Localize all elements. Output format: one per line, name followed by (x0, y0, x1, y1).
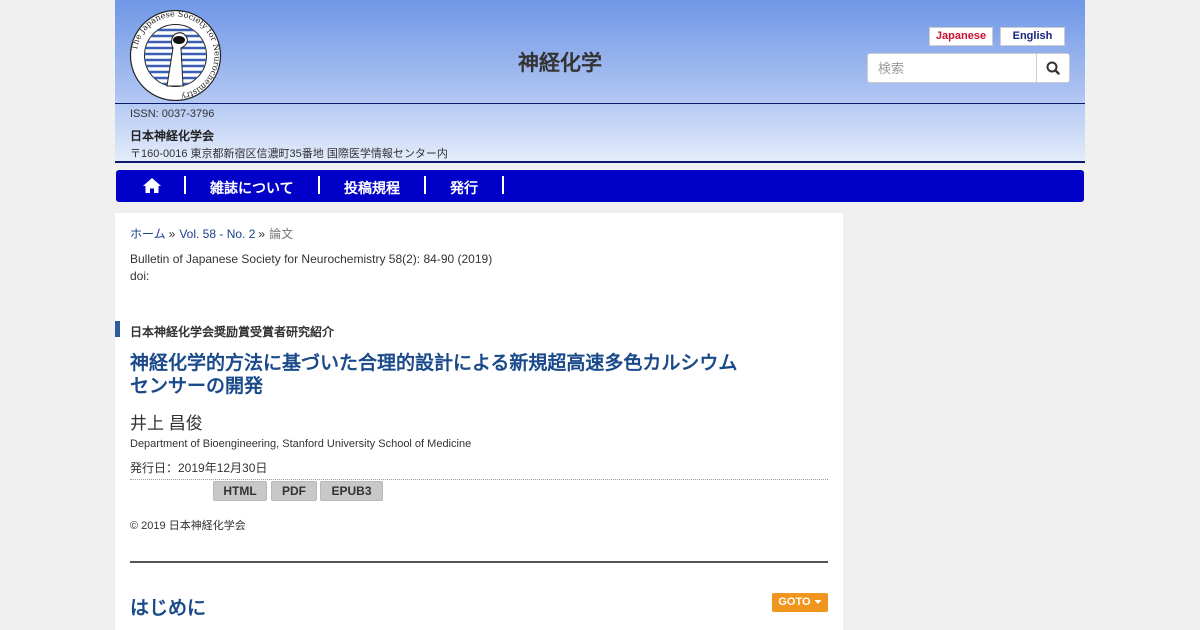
site-title: 神経化学 (518, 52, 602, 75)
article-title: 神経化学的方法に基づいた合理的設計による新規超高速多色カルシウム センサーの開発 (130, 352, 830, 398)
bulletin-citation: Bulletin of Japanese Society for Neuroch… (130, 252, 493, 266)
breadcrumb: ホーム» Vol. 58 - No. 2» 論文 (130, 225, 293, 242)
lang-english-button[interactable]: English (1000, 27, 1065, 46)
article-category: 日本神経化学会奨励賞受賞者研究紹介 (130, 325, 335, 339)
author-affiliation: Department of Bioengineering, Stanford U… (130, 438, 472, 450)
section-title: はじめに (130, 597, 207, 619)
breadcrumb-home-link[interactable]: ホーム (130, 227, 166, 241)
issn: ISSN: 0037-3796 (130, 108, 215, 120)
copyright: © 2019 日本神経化学会 (130, 520, 246, 532)
article-title-line: センサーの開発 (130, 375, 264, 397)
goto-button[interactable]: GOTO (772, 593, 828, 612)
search-input[interactable] (867, 53, 1037, 83)
nav-item-about[interactable]: 雑誌について (210, 178, 294, 198)
society-name: 日本神経化学会 (130, 129, 215, 143)
goto-label: GOTO (778, 596, 811, 608)
society-logo-icon[interactable]: The Japanese Society for Neurochemistry (129, 10, 222, 101)
breadcrumb-volume-link[interactable]: Vol. 58 - No. 2 (179, 227, 255, 241)
epub3-button[interactable]: EPUB3 (320, 481, 383, 501)
lang-japanese-button[interactable]: Japanese (929, 27, 993, 46)
page: The Japanese Society for Neurochemistry … (115, 0, 1085, 630)
home-icon (143, 178, 161, 193)
article-author: 井上 昌俊 (130, 414, 203, 433)
doi: doi: (130, 269, 150, 283)
search-button[interactable] (1036, 53, 1070, 83)
header-rule (115, 103, 1085, 104)
dotted-divider (130, 479, 828, 480)
nav-item-submission[interactable]: 投稿規程 (344, 178, 400, 198)
nav-separator (502, 176, 504, 194)
site-header: The Japanese Society for Neurochemistry … (115, 0, 1085, 163)
article-title-line: 神経化学的方法に基づいた合理的設計による新規超高速多色カルシウム (130, 352, 738, 374)
nav-separator (184, 176, 186, 194)
section-divider (130, 561, 828, 563)
society-address: 〒160-0016 東京都新宿区信濃町35番地 国際医学情報センター内 (130, 148, 448, 160)
breadcrumb-separator: » (168, 227, 176, 241)
breadcrumb-separator: » (258, 227, 266, 241)
nav-separator (424, 176, 426, 194)
nav-home-button[interactable] (140, 176, 164, 196)
category-marker (115, 321, 120, 337)
caret-down-icon (814, 600, 822, 605)
breadcrumb-current: 論文 (269, 227, 294, 241)
search-icon (1046, 61, 1060, 75)
pdf-button[interactable]: PDF (271, 481, 317, 501)
publication-date: 発行日：2019年12月30日 (130, 461, 268, 475)
html-button[interactable]: HTML (213, 481, 267, 501)
nav-item-issues[interactable]: 発行 (450, 178, 478, 198)
main-nav: 雑誌について 投稿規程 発行 (116, 170, 1084, 202)
nav-separator (318, 176, 320, 194)
article-content: ホーム» Vol. 58 - No. 2» 論文 Bulletin of Japan… (115, 213, 843, 630)
